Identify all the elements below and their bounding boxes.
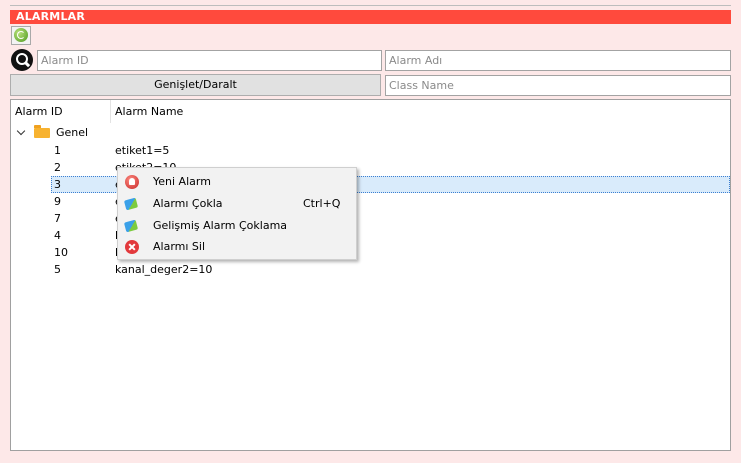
refresh-icon <box>14 28 28 42</box>
column-header-alarm-id[interactable]: Alarm ID <box>11 100 111 123</box>
duplicate-icon <box>123 197 139 211</box>
alarm-id-cell: 3 <box>54 178 61 191</box>
menu-item-label: Gelişmiş Alarm Çoklama <box>153 219 288 232</box>
delete-icon <box>125 240 139 254</box>
menu-item-advanced-duplicate[interactable]: Gelişmiş Alarm Çoklama <box>118 215 356 237</box>
panel-title: ALARMLAR <box>10 10 731 24</box>
group-label: Genel <box>56 126 89 139</box>
folder-icon <box>34 125 50 138</box>
alarm-id-cell: 7 <box>54 212 61 225</box>
menu-item-duplicate-alarm[interactable]: Alarmı Çokla Ctrl+Q <box>118 193 356 215</box>
table-row[interactable]: 5 kanal_deger2=10 <box>11 261 730 278</box>
refresh-button[interactable] <box>11 26 31 45</box>
alarm-id-cell: 1 <box>54 144 61 157</box>
table-row[interactable]: 1 etiket1=5 <box>11 142 730 159</box>
alarm-id-cell: 5 <box>54 263 61 276</box>
alarm-name-cell: etiket1=5 <box>115 144 170 157</box>
duplicate-icon <box>123 219 139 233</box>
class-name-input[interactable] <box>385 75 731 96</box>
column-header-alarm-name[interactable]: Alarm Name <box>111 100 411 123</box>
menu-item-shortcut: Ctrl+Q <box>303 197 341 210</box>
alarm-name-cell: kanal_deger2=10 <box>115 263 213 276</box>
alarm-tree[interactable]: Alarm ID Alarm Name Genel 1 etiket1=5 2 … <box>10 99 731 451</box>
alarm-id-cell: 4 <box>54 229 61 242</box>
context-menu: Yeni Alarm Alarmı Çokla Ctrl+Q Gelişmiş … <box>117 167 357 260</box>
chevron-down-icon[interactable] <box>16 126 26 136</box>
menu-item-label: Yeni Alarm <box>153 175 211 188</box>
alarm-id-input[interactable] <box>37 50 382 71</box>
new-alarm-icon <box>125 175 139 189</box>
top-divider <box>10 5 731 6</box>
tree-group-row[interactable]: Genel <box>11 124 730 141</box>
menu-item-label: Alarmı Sil <box>153 240 206 253</box>
search-icon[interactable] <box>11 49 33 71</box>
alarm-id-cell: 10 <box>54 246 68 259</box>
menu-item-delete-alarm[interactable]: Alarmı Sil <box>118 236 356 258</box>
menu-item-label: Alarmı Çokla <box>153 197 223 210</box>
menu-item-new-alarm[interactable]: Yeni Alarm <box>118 171 356 193</box>
alarm-name-input[interactable] <box>385 50 731 71</box>
alarm-id-cell: 9 <box>54 195 61 208</box>
expand-collapse-button[interactable]: Genişlet/Daralt <box>10 74 381 96</box>
alarm-id-cell: 2 <box>54 161 61 174</box>
